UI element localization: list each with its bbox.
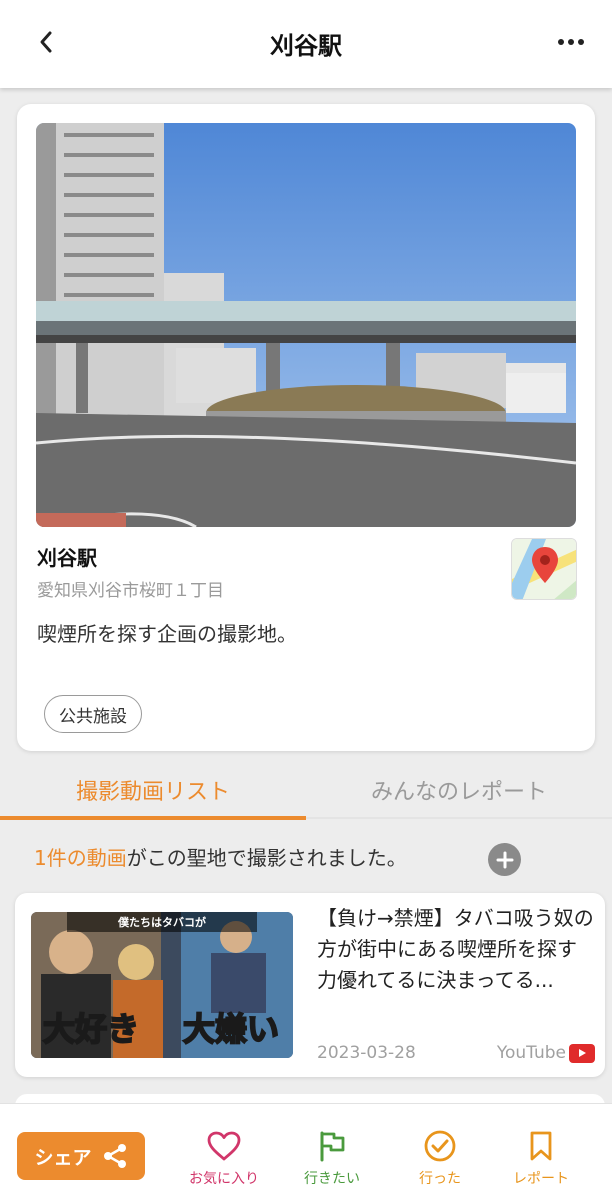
favorite-button[interactable]: お気に入り <box>174 1128 274 1188</box>
heart-icon <box>207 1131 241 1161</box>
spot-name: 刈谷駅 <box>37 546 97 570</box>
thumb-caption-top: 僕たちはタバコが <box>117 915 206 929</box>
video-source-label: YouTube <box>496 1043 566 1063</box>
video-thumbnail[interactable]: 僕たちはタバコが 大好き 大嫌い <box>31 912 293 1058</box>
more-dot <box>578 39 584 45</box>
video-count-text: 1件の動画 がこの聖地で撮影されました。 <box>34 842 407 871</box>
page-title: 刈谷駅 <box>270 32 342 60</box>
more-options-button[interactable] <box>556 30 586 54</box>
google-maps-icon[interactable] <box>511 538 577 600</box>
video-count-link[interactable]: 1件の動画 <box>34 842 127 871</box>
visited-label: 行った <box>419 1171 461 1187</box>
add-video-button[interactable] <box>488 843 521 876</box>
spot-card: 刈谷駅 愛知県刈谷市桜町１丁目 喫煙所を探す企画の撮影地。 公共施設 <box>17 104 595 751</box>
tab-active-indicator <box>0 816 306 820</box>
visited-button[interactable]: 行った <box>390 1128 490 1188</box>
video-title[interactable]: 【負け→禁煙】タバコ吸う奴の方が街中にある喫煙所を探す力優れてるに決まってる..… <box>317 903 595 996</box>
tab-reports[interactable]: みんなのレポート <box>306 768 612 822</box>
report-button[interactable]: レポート <box>491 1128 591 1188</box>
flag-icon <box>320 1131 345 1162</box>
report-label: レポート <box>513 1171 569 1187</box>
video-card[interactable]: 僕たちはタバコが 大好き 大嫌い 【負け→禁煙】タバコ吸う奴の方が街中にある喫煙… <box>15 893 605 1077</box>
spot-description: 喫煙所を探す企画の撮影地。 <box>37 622 297 646</box>
share-icon <box>103 1144 126 1168</box>
video-date: 2023-03-28 <box>317 1043 416 1063</box>
tab-video-list[interactable]: 撮影動画リスト <box>0 768 306 822</box>
plus-circle-icon <box>496 851 513 868</box>
more-horizontal-icon <box>558 39 564 45</box>
share-label: シェア <box>34 1146 92 1169</box>
thumb-caption-left: 大好き <box>43 1010 139 1048</box>
video-count-suffix: がこの聖地で撮影されました。 <box>126 846 407 870</box>
video-source: YouTube <box>497 1043 595 1063</box>
want-to-go-button[interactable]: 行きたい <box>282 1128 382 1188</box>
share-button[interactable]: シェア <box>17 1132 145 1180</box>
spot-address: 愛知県刈谷市桜町１丁目 <box>37 581 224 601</box>
youtube-icon <box>569 1043 595 1063</box>
category-chip[interactable]: 公共施設 <box>44 695 142 733</box>
want-to-go-label: 行きたい <box>304 1171 360 1187</box>
favorite-label: お気に入り <box>189 1171 259 1187</box>
bookmark-icon <box>530 1131 552 1161</box>
spot-photo[interactable] <box>36 123 576 527</box>
app-header: 刈谷駅 <box>0 0 612 88</box>
more-dot <box>568 39 574 45</box>
bottom-action-bar: シェア お気に入り 行きたい 行った レポート <box>0 1103 612 1200</box>
tab-bar: 撮影動画リスト みんなのレポート <box>0 768 612 822</box>
check-circle-icon <box>424 1130 456 1162</box>
thumb-caption-right: 大嫌い <box>183 1010 279 1048</box>
